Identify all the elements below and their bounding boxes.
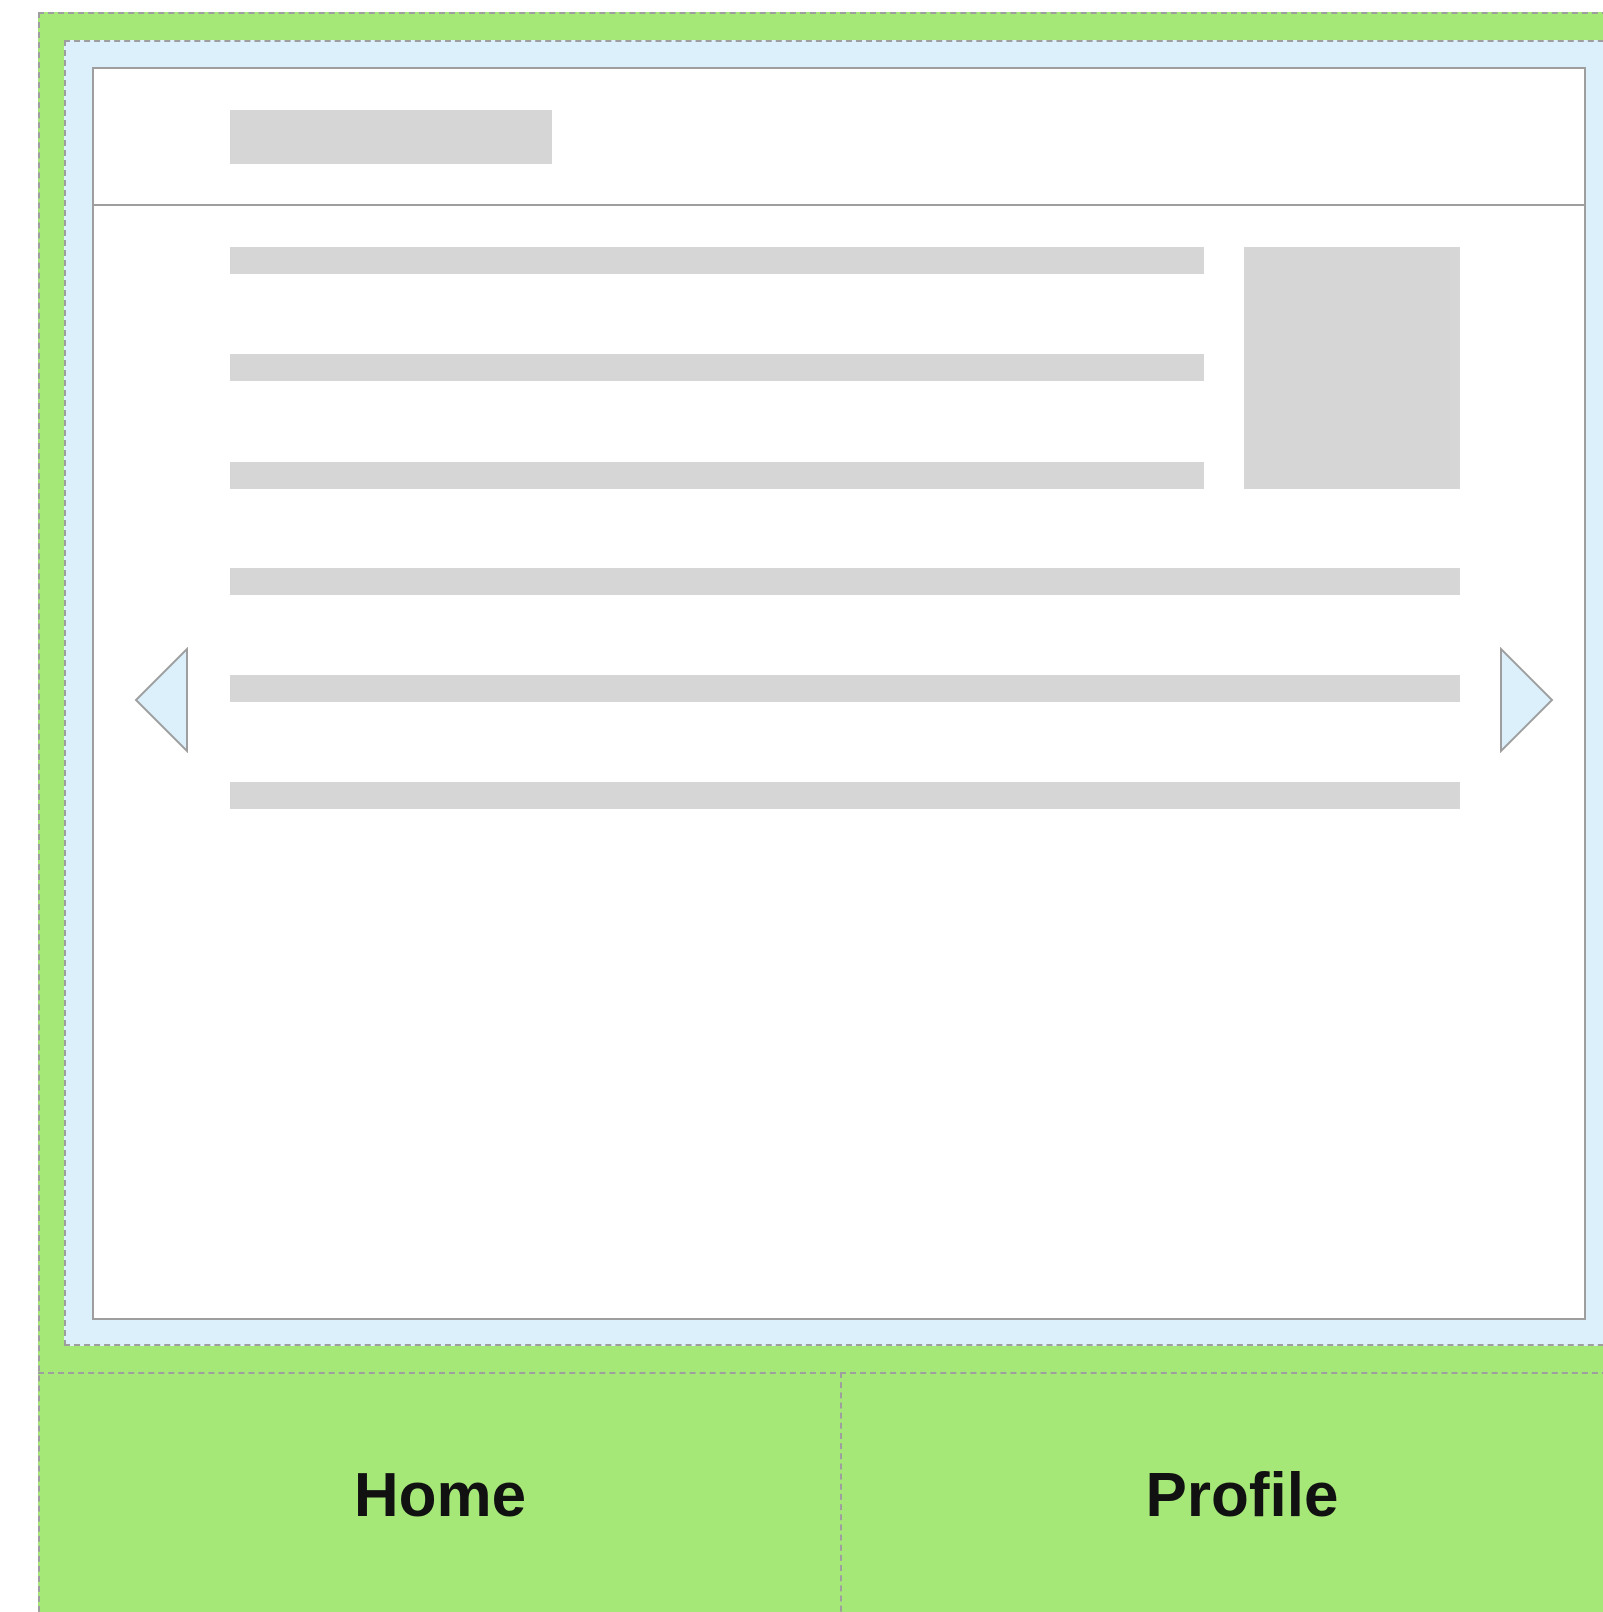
nav-tab-label: Profile: [1145, 1460, 1339, 1530]
content-card: [92, 67, 1586, 1320]
nav-tab-profile[interactable]: Profile: [842, 1372, 1603, 1612]
title-placeholder: [230, 110, 552, 164]
carousel-prev-button[interactable]: [134, 647, 190, 753]
text-line-placeholder: [230, 247, 1204, 274]
chevron-right-icon: [1500, 647, 1554, 753]
card-header: [94, 69, 1584, 206]
chevron-left-icon: [134, 647, 188, 753]
text-line-placeholder: [230, 782, 1460, 809]
text-line-placeholder: [230, 462, 1204, 489]
carousel-next-button[interactable]: [1498, 647, 1554, 753]
text-line-placeholder: [230, 675, 1460, 702]
text-line-placeholder: [230, 568, 1460, 595]
text-line-placeholder: [230, 354, 1204, 381]
image-placeholder: [1244, 247, 1460, 489]
nav-tab-home[interactable]: Home: [40, 1372, 840, 1612]
nav-tab-label: Home: [353, 1460, 527, 1530]
app-screen: Home Profile: [0, 0, 1603, 1612]
